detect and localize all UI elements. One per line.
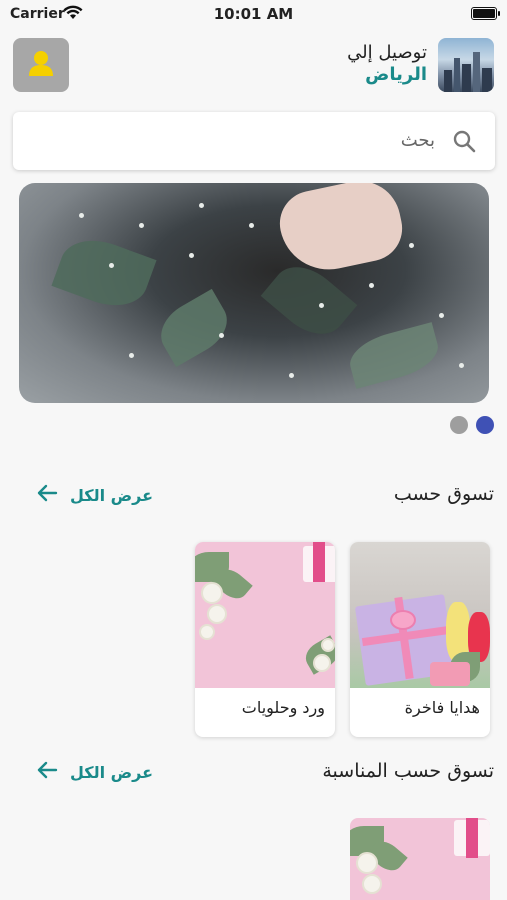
see-all-label: عرض الكل — [70, 762, 154, 782]
status-bar: Carrier 10:01 AM — [0, 0, 507, 30]
category-card[interactable]: ورد وحلويات — [195, 542, 335, 737]
flowers-on-pink — [195, 542, 335, 688]
see-all-label: عرض الكل — [70, 485, 154, 505]
see-all-button[interactable]: عرض الكل — [36, 761, 153, 783]
user-icon — [26, 48, 56, 82]
page-dot[interactable] — [450, 416, 468, 434]
banner-pagination — [450, 416, 494, 434]
arrow-left-icon — [36, 484, 58, 506]
search-bar[interactable]: بحث — [13, 112, 495, 170]
category-label: هدايا فاخرة — [404, 698, 480, 717]
section-title-shop-by-occasion: تسوق حسب المناسبة — [322, 760, 494, 782]
category-card[interactable]: هدايا فاخرة — [350, 542, 490, 737]
deliver-label: توصيل إلي — [347, 42, 427, 63]
occasion-card[interactable] — [350, 818, 490, 900]
promo-banner[interactable] — [19, 183, 489, 403]
section-title-shop-by: تسوق حسب — [393, 483, 494, 505]
city-skyline-image[interactable] — [438, 38, 494, 92]
category-label: ورد وحلويات — [241, 698, 325, 717]
clock: 10:01 AM — [213, 5, 294, 23]
search-placeholder: بحث — [400, 130, 435, 151]
profile-button[interactable] — [13, 38, 69, 92]
page-dot-active[interactable] — [476, 416, 494, 434]
battery-icon — [471, 7, 500, 20]
search-icon — [452, 129, 476, 157]
hand-image — [273, 183, 409, 279]
gift-box-with-flowers — [350, 542, 490, 688]
city-name: الرياض — [365, 64, 427, 85]
see-all-button[interactable]: عرض الكل — [36, 484, 153, 506]
delivery-location[interactable]: توصيل إلي الرياض — [347, 42, 427, 86]
arrow-left-icon — [36, 761, 58, 783]
